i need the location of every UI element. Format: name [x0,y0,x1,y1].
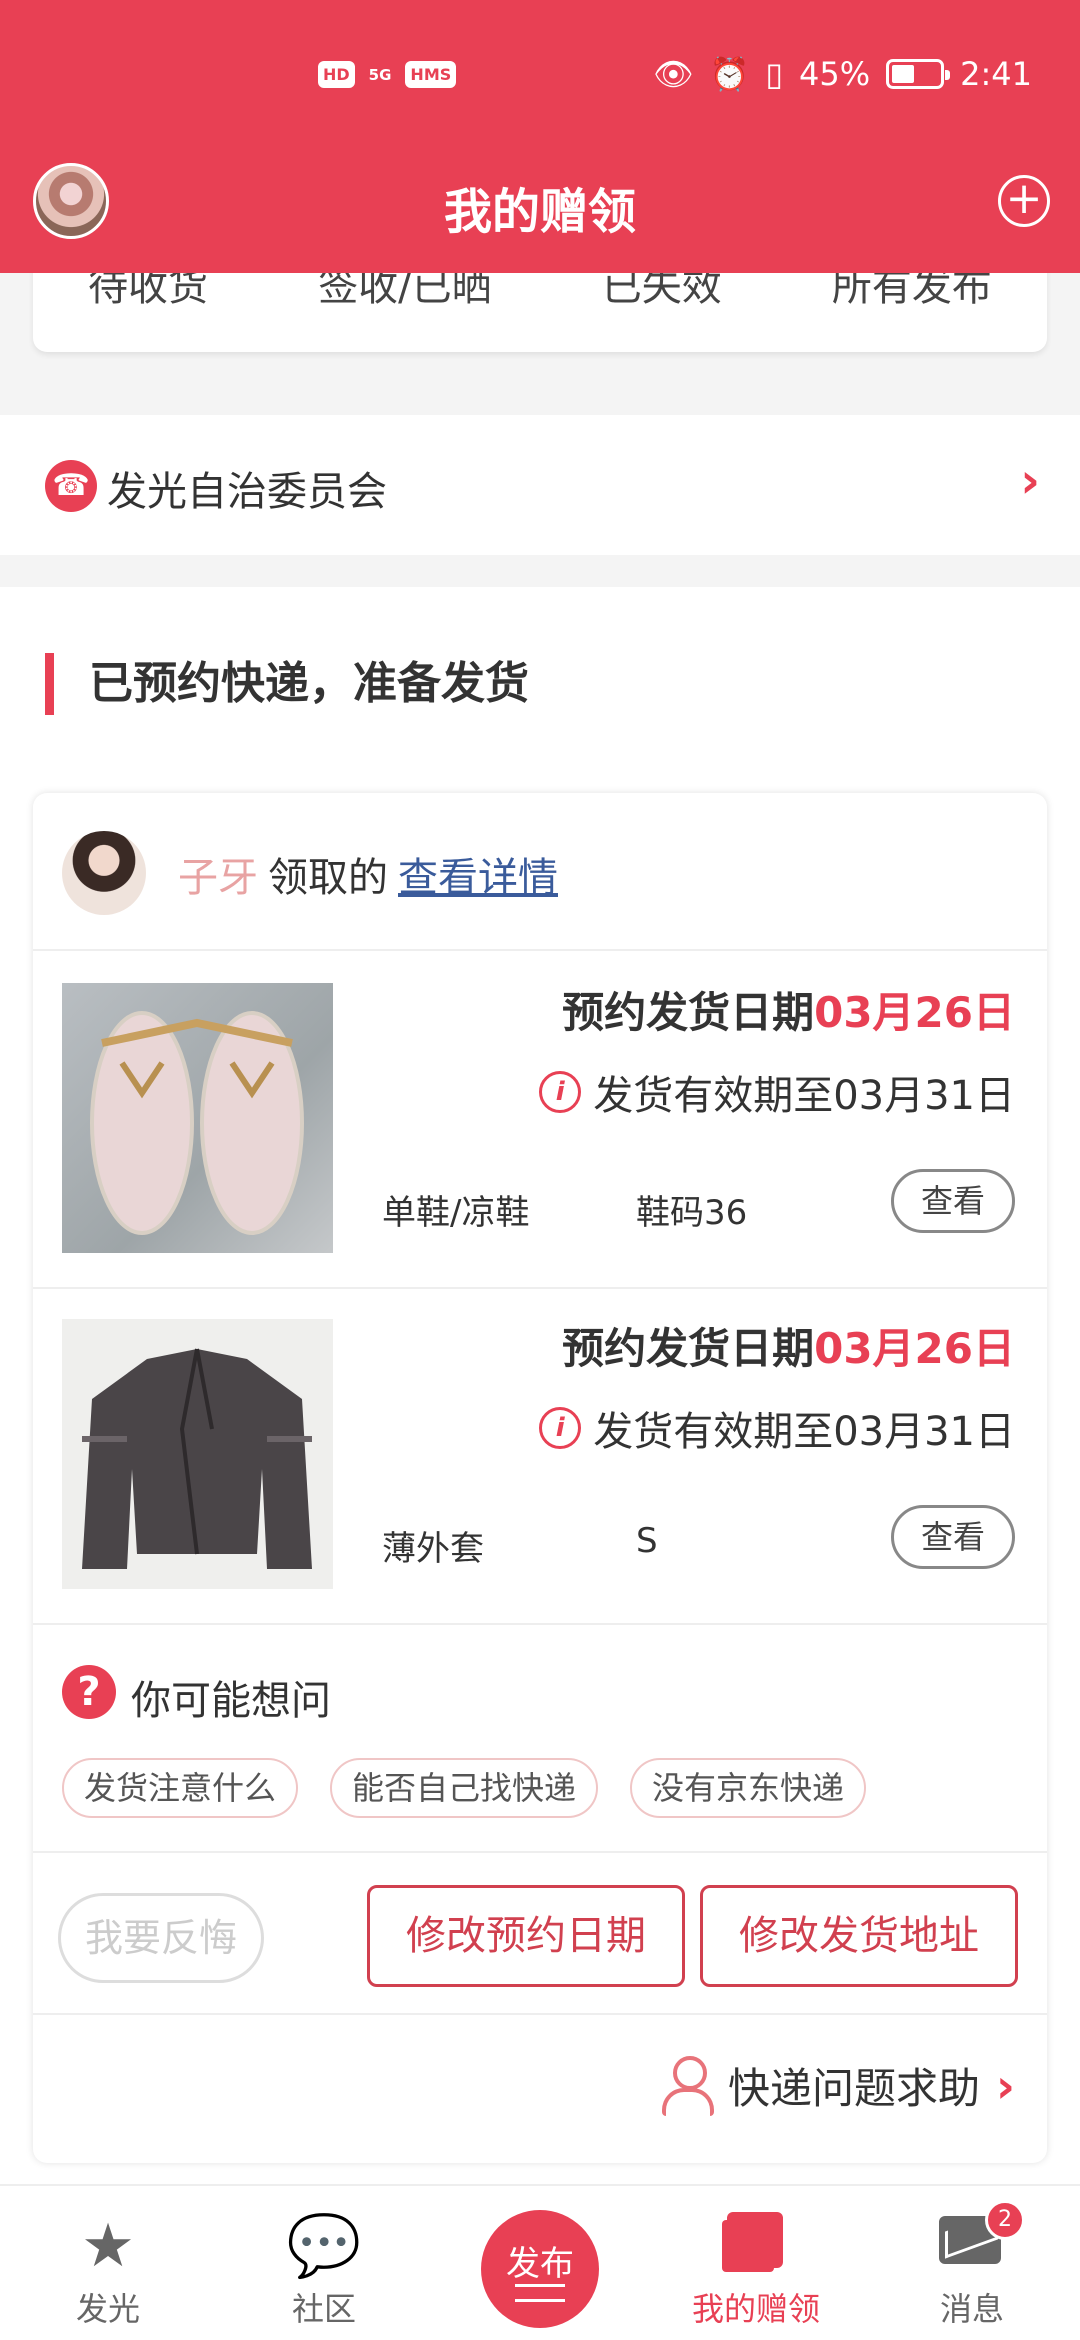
chevron-right-icon: › [1020,453,1040,509]
battery-icon [886,59,951,89]
page-title: 我的赠领 [443,184,636,240]
ship-date: 预约发货日期03月26日 [562,1324,1015,1373]
alarm-icon: ⏰ [709,55,750,93]
unread-badge: 2 [985,2200,1025,2240]
menu-icon [515,2284,565,2302]
regret-button[interactable]: 我要反悔 [58,1893,264,1983]
nav-item-community[interactable]: 💬 社区 [216,2186,432,2340]
add-button[interactable]: + [998,175,1050,227]
faq-section: ? 你可能想问 发货注意什么 能否自己找快递 没有京东快递 [33,1623,1047,1853]
nav-item-my-gifts[interactable]: 我的赠领 [648,2186,864,2340]
faq-chip[interactable]: 发货注意什么 [62,1758,299,1818]
chat-icon: 💬 [286,2211,362,2281]
battery-percent: 45% [799,55,871,93]
item-size: 鞋码36 [636,1193,748,1233]
view-button[interactable]: 查看 [891,1505,1015,1569]
item-size: S [636,1521,658,1561]
nav-label: 消息 [939,2290,1004,2328]
chevron-right-icon: › [996,2058,1015,2113]
person-icon [662,2055,715,2116]
item-image-jacket[interactable] [62,1319,333,1589]
shipping-help-link[interactable]: 快递问题求助 › [662,2055,1015,2116]
nav-item-messages[interactable]: 2 消息 [864,2186,1080,2340]
valid-until: i 发货有效期至03月31日 [539,1399,1015,1457]
section-title: 已预约快递，准备发货 [45,653,529,715]
status-bar: HD 5G HMS 👁 ⏰ ▯ 45% 2:41 [0,55,1080,105]
change-date-button[interactable]: 修改预约日期 [367,1885,685,1987]
receiver-action: 领取的 [268,855,388,901]
top-bar: HD 5G HMS 👁 ⏰ ▯ 45% 2:41 我的赠领 + [0,0,1080,273]
signal-icon: 5G [368,65,392,84]
bottom-nav: ★ 发光 💬 社区 发布 我的赠领 2 消息 [0,2184,1080,2340]
publish-label: 发布 [506,2244,574,2284]
receiver-name[interactable]: 子牙 [178,855,258,901]
nav-label: 我的赠领 [691,2290,820,2328]
question-icon: ? [62,1665,116,1719]
hd-indicator: HD [318,61,355,88]
help-label: 快递问题求助 [728,2064,981,2113]
item-category: 单鞋/凉鞋 [382,1193,530,1233]
nav-label: 发光 [75,2290,140,2328]
info-icon: i [539,1071,582,1113]
receiver-avatar[interactable] [62,831,146,915]
info-icon: i [539,1407,582,1449]
publish-button[interactable]: 发布 [481,2210,599,2328]
change-address-button[interactable]: 修改发货地址 [700,1885,1018,1987]
committee-icon: ☎ [45,460,97,512]
ship-date: 预约发货日期03月26日 [562,988,1015,1037]
item-image-sandals[interactable] [62,983,333,1253]
committee-row[interactable]: ☎ 发光自治委员会 › [0,415,1080,555]
vibrate-icon: ▯ [765,55,784,93]
action-row: 我要反悔 修改预约日期 修改发货地址 [33,1853,1047,2015]
eye-icon: 👁 [652,55,694,93]
item-category: 薄外套 [382,1529,484,1569]
gift-icon [727,2212,783,2268]
nav-label: 社区 [291,2290,356,2328]
nav-item-shine[interactable]: ★ 发光 [0,2186,216,2340]
order-card: 子牙 领取的 查看详情 预约发货日期03月26日 i 发货有效期至03月31日 单鞋/… [33,793,1047,2163]
faq-chip[interactable]: 没有京东快递 [630,1758,867,1818]
plus-icon: + [1005,173,1043,224]
faq-chip[interactable]: 能否自己找快递 [330,1758,599,1818]
list-item: 预约发货日期03月26日 i 发货有效期至03月31日 单鞋/凉鞋 鞋码36 查看 [33,953,1047,1289]
view-details-link[interactable]: 查看详情 [398,855,558,901]
valid-until: i 发货有效期至03月31日 [539,1063,1015,1121]
hms-indicator: HMS [405,61,457,88]
star-icon: ★ [81,2211,135,2281]
list-item: 预约发货日期03月26日 i 发货有效期至03月31日 薄外套 S 查看 [33,1289,1047,1625]
clock: 2:41 [960,55,1032,93]
committee-label: 发光自治委员会 [107,469,387,515]
view-button[interactable]: 查看 [891,1169,1015,1233]
receiver-row: 子牙 领取的 查看详情 [33,793,1047,951]
faq-label: 你可能想问 [131,1678,331,1724]
